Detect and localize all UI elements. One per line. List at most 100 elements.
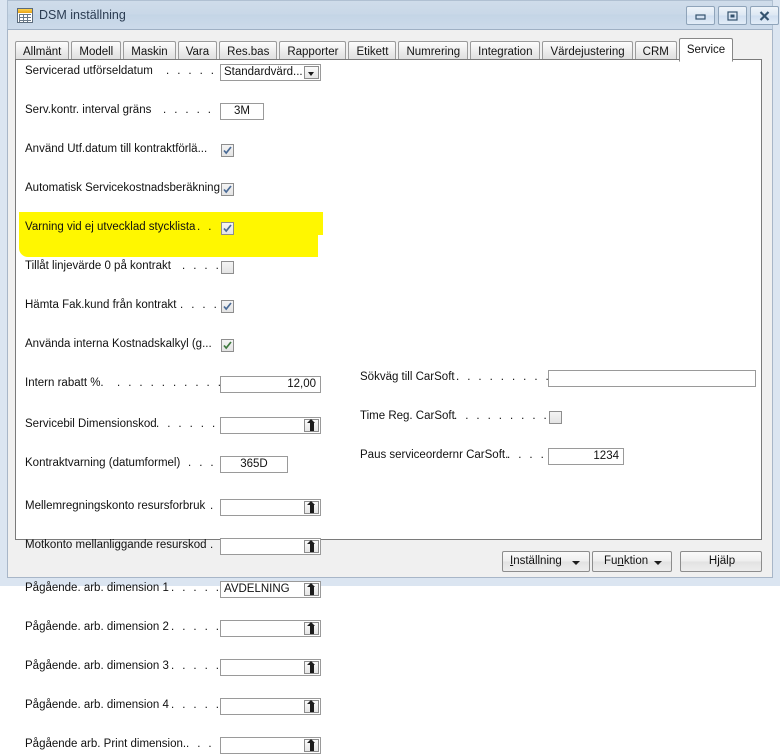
leader-dots: . . . . . . (166, 65, 228, 77)
window-title: DSM inställning (39, 8, 126, 22)
chevron-down-icon[interactable] (304, 66, 319, 79)
label-motkonto-mellanliggande: Motkonto mellanliggande resurskod (25, 539, 207, 551)
label-kontraktvarning: Kontraktvarning (datumformel) (25, 457, 181, 469)
field-row-mellemregningskonto: Mellemregningskonto resursforbruk . (25, 499, 345, 516)
label-pagaende-arb-dimension-2: Pågående. arb. dimension 2 (25, 621, 169, 633)
restore-button[interactable] (718, 6, 747, 25)
title-bar[interactable]: DSM inställning (7, 0, 779, 30)
lookup-arrow-up-icon[interactable] (304, 739, 319, 752)
label-automatisk-servicekostnadsberakning: Automatisk Servicekostnadsberäkning (25, 182, 220, 194)
input-kontraktvarning[interactable]: 365D (220, 456, 288, 473)
field-row-tillat-linjevarde-0: Tillåt linjevärde 0 på kontrakt . . . . (25, 259, 345, 276)
label-intern-rabatt: Intern rabatt %. (25, 377, 104, 389)
field-row-pagaende-arb-dimension-1: Pågående. arb. dimension 1 . . . . . AVD… (25, 581, 345, 598)
checkbox-anvand-utf-datum[interactable] (221, 144, 234, 157)
leader-dots: . . . . . (171, 699, 222, 711)
field-row-servicebil-dimensionskod: Servicebil Dimensionskod . . . . . . . (25, 417, 345, 434)
field-row-time-reg-carsoft: Time Reg. CarSoft . . . . . . . . . (360, 409, 760, 426)
lookup-arrow-up-icon[interactable] (304, 661, 319, 674)
field-row-hamta-fak-kund: Hämta Fak.kund från kontrakt . . . . (25, 298, 345, 315)
chevron-down-icon (654, 561, 662, 565)
input-motkonto-mellanliggande[interactable] (220, 538, 321, 555)
input-servicerad-utforseldatum[interactable]: Standardvärd... (220, 64, 321, 81)
field-row-serv-kontr-interval-grans: Serv.kontr. interval gräns . . . . . . 3… (25, 103, 345, 120)
input-mellemregningskonto[interactable] (220, 499, 321, 516)
hjalp-button[interactable]: Hjälp (680, 551, 762, 572)
service-settings-panel: Servicerad utförseldatum . . . . . . Sta… (15, 59, 762, 754)
input-serv-kontr-interval-grans[interactable]: 3M (220, 103, 264, 120)
field-row-servicerad-utforseldatum: Servicerad utförseldatum . . . . . . Sta… (25, 64, 345, 81)
input-servicebil-dimensionskod[interactable] (220, 417, 321, 434)
input-sokvag-till-carsoft[interactable] (548, 370, 756, 387)
field-row-sokvag-till-carsoft: Sökväg till CarSoft . . . . . . . . . (360, 370, 760, 387)
checkbox-anvanda-interna-kostnadskalkyl[interactable] (221, 339, 234, 352)
dsm-installning-window: DSM inställning Allmänt Modell Maskin Vara R… (0, 0, 780, 754)
value-paus-serviceordernr-carsoft: 1234 (593, 450, 619, 462)
leader-dots: . (210, 500, 216, 512)
leader-dots: . . . . . . . . . (454, 410, 550, 422)
input-paus-serviceordernr-carsoft[interactable]: 1234 (548, 448, 624, 465)
input-pagaende-arb-dimension-1[interactable]: AVDELNING (220, 581, 321, 598)
label-servicebil-dimensionskod: Servicebil Dimensionskod (25, 418, 157, 430)
lookup-arrow-up-icon[interactable] (304, 540, 319, 553)
value-kontraktvarning: 365D (240, 458, 268, 470)
leader-dots: . . . . . . . . . (456, 371, 552, 383)
tab-service[interactable]: Service (678, 38, 734, 62)
close-button[interactable] (750, 6, 779, 25)
checkbox-varning-vid-ej-utvecklad-stycklista[interactable] (221, 222, 234, 235)
leader-dots: . . . . (507, 449, 547, 461)
field-row-anvanda-interna-kostnadskalkyl: Använda interna Kostnadskalkyl (g... (25, 337, 345, 354)
input-pagaende-arb-dimension-2[interactable] (220, 620, 321, 637)
leader-dots: . . . . . . (163, 104, 225, 116)
checkbox-hamta-fak-kund[interactable] (221, 300, 234, 313)
lookup-arrow-up-icon[interactable] (304, 583, 319, 596)
lookup-arrow-up-icon[interactable] (304, 501, 319, 514)
field-row-motkonto-mellanliggande: Motkonto mellanliggande resurskod . (25, 538, 345, 555)
leader-dots: . . . . . (171, 582, 222, 594)
highlight-marker-stroke-2 (19, 235, 318, 257)
checkbox-tillat-linjevarde-0[interactable] (221, 261, 234, 274)
value-pagaende-arb-dimension-1: AVDELNING (224, 583, 290, 595)
field-row-pagaende-arb-dimension-2: Pågående. arb. dimension 2 . . . . . (25, 620, 345, 637)
label-servicerad-utforseldatum: Servicerad utförseldatum (25, 65, 153, 77)
leader-dots: . . . . . (171, 621, 222, 633)
label-serv-kontr-interval-grans: Serv.kontr. interval gräns (25, 104, 152, 116)
lookup-arrow-up-icon[interactable] (304, 700, 319, 713)
lookup-arrow-up-icon[interactable] (304, 419, 319, 432)
leader-dots: . . . . (182, 260, 222, 272)
leader-dots: . . . . . . . (156, 418, 229, 430)
label-mellemregningskonto: Mellemregningskonto resursforbruk (25, 500, 206, 512)
label-anvand-utf-datum: Använd Utf.datum till kontraktförlä... (25, 143, 208, 155)
field-row-paus-serviceordernr-carsoft: Paus serviceordernr CarSoft. . . . . 123… (360, 448, 760, 465)
input-intern-rabatt[interactable]: 12,00 (220, 376, 321, 393)
checkbox-time-reg-carsoft[interactable] (549, 411, 562, 424)
field-row-varning-vid-ej-utvecklad-stycklista: Varning vid ej utvecklad stycklista . . (25, 220, 345, 237)
hjalp-button-label: Hjälp (708, 555, 736, 567)
input-pagaende-arb-dimension-4[interactable] (220, 698, 321, 715)
installning-button[interactable]: Inställning (502, 551, 590, 572)
leader-dots: . . . (188, 457, 216, 469)
label-anvanda-interna-kostnadskalkyl: Använda interna Kostnadskalkyl (g... (25, 338, 212, 350)
label-paus-serviceordernr-carsoft: Paus serviceordernr CarSoft. (360, 449, 509, 461)
input-pagaende-arb-print-dimension[interactable] (220, 737, 321, 754)
minimize-button[interactable] (686, 6, 715, 25)
tab-strip[interactable]: Allmänt Modell Maskin Vara Res.bas Rapporter E… (15, 38, 735, 62)
field-row-automatisk-servicekostnadsberakning: Automatisk Servicekostnadsberäkning (25, 181, 345, 198)
label-tillat-linjevarde-0: Tillåt linjevärde 0 på kontrakt (25, 260, 171, 272)
leader-dots: . . . . (180, 299, 220, 311)
funktion-button[interactable]: Funktion (592, 551, 672, 572)
leader-dots: . (210, 539, 216, 551)
lookup-arrow-up-icon[interactable] (304, 622, 319, 635)
input-pagaende-arb-dimension-3[interactable] (220, 659, 321, 676)
funktion-button-label: Funktion (604, 555, 649, 567)
label-pagaende-arb-dimension-3: Pågående. arb. dimension 3 (25, 660, 169, 672)
field-row-pagaende-arb-dimension-4: Pågående. arb. dimension 4 . . . . . (25, 698, 345, 715)
chevron-down-icon (572, 561, 580, 565)
checkbox-automatisk-servicekostnadsberakning[interactable] (221, 183, 234, 196)
label-pagaende-arb-dimension-4: Pågående. arb. dimension 4 (25, 699, 169, 711)
field-row-pagaende-arb-print-dimension: Pågående arb. Print dimension. . . . . (25, 737, 345, 754)
label-time-reg-carsoft: Time Reg. CarSoft (360, 410, 455, 422)
table-grid-icon (17, 8, 33, 23)
leader-dots: . . . . . . . . . . (117, 377, 224, 389)
label-varning-vid-ej-utvecklad-stycklista: Varning vid ej utvecklad stycklista (25, 221, 196, 233)
